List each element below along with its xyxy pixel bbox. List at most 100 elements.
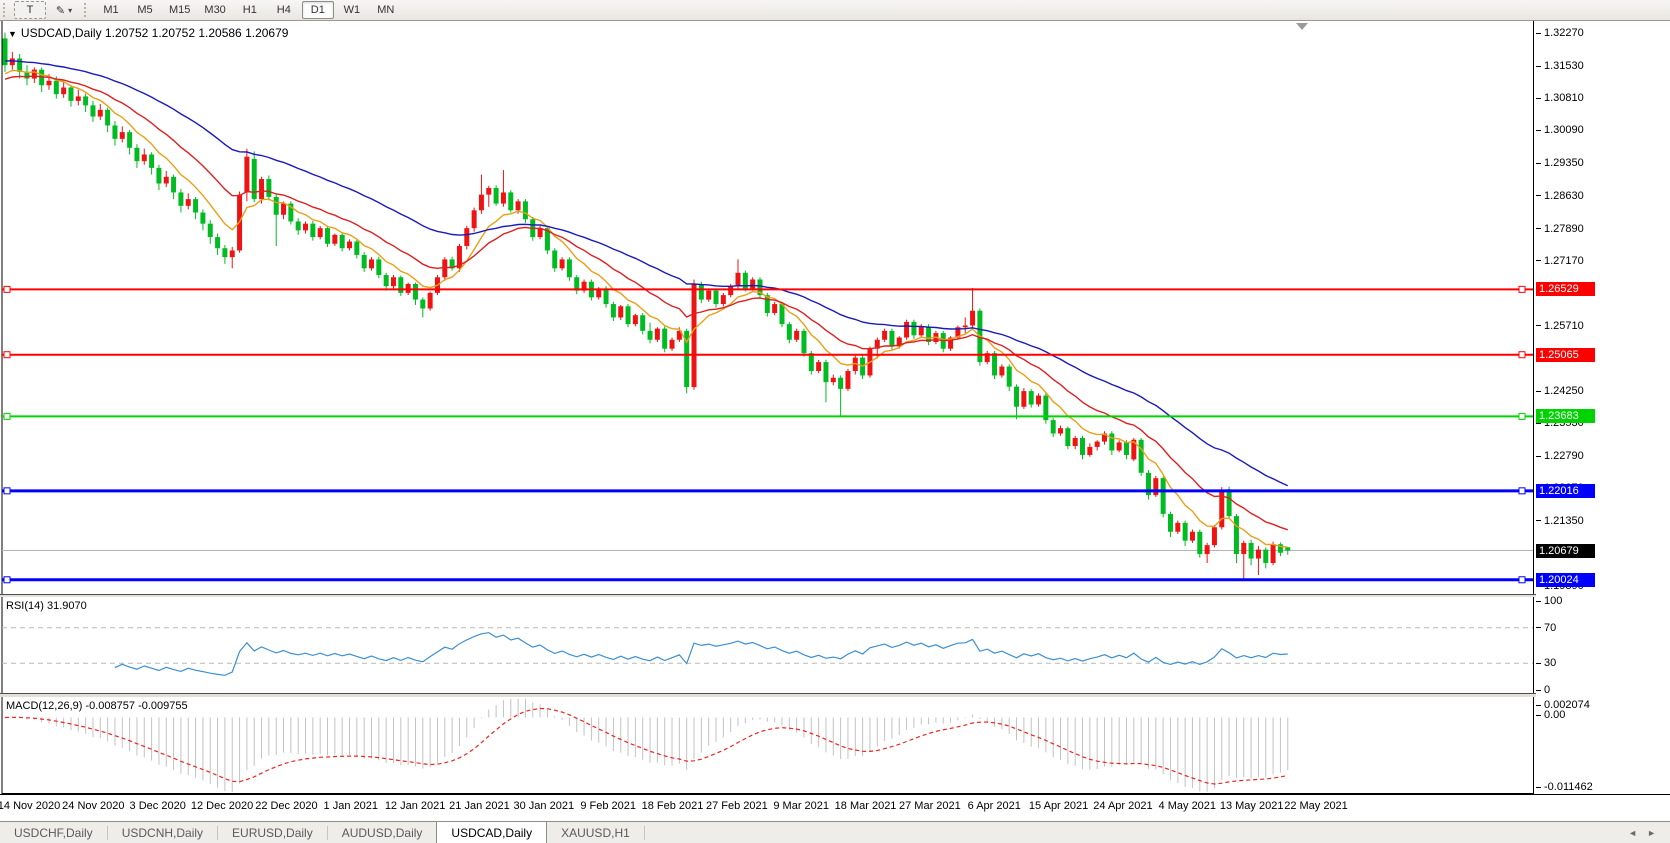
- candle-body: [882, 330, 888, 340]
- candle-body: [1036, 395, 1042, 405]
- date-label: 3 Dec 2020: [129, 800, 186, 812]
- chart-tab-xauusd[interactable]: XAUUSD,H1: [547, 822, 644, 843]
- candle-body: [46, 80, 52, 86]
- mt4-window: T ✎ ▾ M1 M5 M15 M30 H1 H4 D1 W1 MN ▼ USDCAD,Daily…: [0, 0, 1670, 843]
- candle-body: [1087, 446, 1093, 455]
- chart-shift-marker[interactable]: [1296, 23, 1308, 30]
- timeframe-button-m15[interactable]: M15: [163, 1, 196, 19]
- macd-indicator-canvas[interactable]: [0, 697, 1536, 794]
- rsi-tick-label: 70: [1544, 621, 1557, 634]
- rsi-tick-label: 100: [1544, 595, 1563, 607]
- candle-body: [508, 192, 514, 211]
- price-tick-label: 1.28630: [1544, 189, 1584, 202]
- chart-tab-usdcnh[interactable]: USDCNH,Daily: [108, 822, 217, 843]
- candle-body: [515, 201, 521, 211]
- tab-scroll-left-icon[interactable]: ◄: [1628, 828, 1637, 838]
- tab-scroll-right-icon[interactable]: ►: [1647, 828, 1656, 838]
- chart-tab-usdchf[interactable]: USDCHF,Daily: [0, 822, 107, 843]
- candle-body: [1072, 437, 1078, 447]
- price-tick: [1536, 98, 1541, 99]
- candle-body: [1058, 428, 1064, 434]
- candle-body: [1065, 428, 1071, 447]
- candle-body: [1204, 545, 1210, 555]
- price-tick-label: 1.32270: [1544, 27, 1584, 40]
- chart-tab-bar: USDCHF,Daily USDCNH,Daily EURUSD,Daily AUDU…: [0, 821, 1670, 843]
- chart-tab-audusd[interactable]: AUDUSD,Daily: [328, 822, 437, 843]
- candle-body: [178, 192, 184, 206]
- candle-body: [171, 176, 177, 193]
- candle-body: [273, 196, 279, 215]
- candle-body: [215, 237, 221, 249]
- ma-mid-red: [4, 75, 1288, 531]
- line-handle[interactable]: [3, 487, 11, 495]
- price-tick: [1536, 195, 1541, 196]
- candle-body: [1050, 420, 1056, 434]
- timeframe-button-m30[interactable]: M30: [198, 1, 231, 19]
- candle-body: [566, 259, 572, 278]
- candle-body: [838, 377, 844, 389]
- line-handle[interactable]: [3, 412, 11, 420]
- timeframe-button-m5[interactable]: M5: [129, 1, 161, 19]
- line-handle[interactable]: [3, 351, 11, 359]
- candle-body: [1006, 366, 1012, 387]
- price-axis[interactable]: 1.32270 1.31530 1.30810 1.30090 1.29350 1.286…: [1536, 21, 1670, 794]
- line-handle[interactable]: [1518, 412, 1526, 420]
- candle-body: [229, 250, 235, 258]
- candle-body: [222, 248, 228, 258]
- line-handle[interactable]: [1518, 351, 1526, 359]
- candle-body: [207, 223, 213, 238]
- price-tick: [1536, 228, 1541, 229]
- candle-body: [610, 304, 616, 318]
- line-handle[interactable]: [1518, 576, 1526, 584]
- candle-body: [1116, 442, 1122, 451]
- timeframe-button-d1[interactable]: D1: [301, 1, 334, 19]
- line-handle[interactable]: [3, 576, 11, 584]
- candle-body: [1285, 547, 1291, 551]
- date-label: 14 Nov 2020: [0, 800, 61, 812]
- candle-body: [68, 87, 74, 101]
- timeframe-button-m1[interactable]: M1: [95, 1, 127, 19]
- macd-signal-line: [4, 707, 1288, 785]
- line-price-tag: 1.22016: [1536, 483, 1595, 498]
- candle-body: [1123, 442, 1129, 455]
- candle-body: [75, 96, 81, 101]
- macd-label: MACD(12,26,9) -0.008757 -0.009755: [6, 700, 188, 712]
- line-handle[interactable]: [3, 285, 11, 293]
- chart-tab-eurusd[interactable]: EURUSD,Daily: [218, 822, 327, 843]
- timeframe-button-w1[interactable]: W1: [336, 1, 368, 19]
- line-handle[interactable]: [1518, 285, 1526, 293]
- text-tool-button[interactable]: T: [14, 1, 46, 19]
- candle-body: [698, 283, 704, 300]
- candle-body: [1241, 542, 1247, 555]
- timeframe-button-mn[interactable]: MN: [370, 1, 402, 19]
- candle-body: [398, 277, 404, 293]
- line-styles-button[interactable]: ✎ ▾: [48, 1, 80, 19]
- rsi-tick: [1536, 601, 1541, 602]
- candle-body: [720, 295, 726, 305]
- line-handle[interactable]: [1518, 487, 1526, 495]
- macd-tick-label: -0.011462: [1544, 781, 1593, 793]
- date-label: 30 Jan 2021: [513, 800, 575, 812]
- candle-body: [911, 321, 917, 336]
- rsi-tick: [1536, 663, 1541, 664]
- price-chart-canvas[interactable]: [0, 21, 1536, 594]
- timeframe-button-h1[interactable]: H1: [234, 1, 266, 19]
- toolbar-grip[interactable]: [3, 3, 10, 17]
- toolbar-grip[interactable]: [84, 3, 91, 17]
- candle-body: [325, 228, 331, 244]
- price-tick-label: 1.31530: [1544, 60, 1584, 73]
- price-tick: [1536, 33, 1541, 34]
- rsi-indicator-canvas[interactable]: [0, 597, 1536, 694]
- chart-tab-usdcad[interactable]: USDCAD,Daily: [436, 821, 548, 843]
- candle-body: [654, 328, 660, 340]
- candle-body: [376, 259, 382, 276]
- candle-body: [728, 286, 734, 296]
- collapse-triangle-icon[interactable]: ▼: [8, 29, 17, 39]
- candle-body: [281, 203, 287, 215]
- chart-title: ▼ USDCAD,Daily 1.20752 1.20752 1.20586 1.…: [8, 26, 288, 40]
- date-axis[interactable]: 14 Nov 2020 24 Nov 2020 3 Dec 2020 12 Dec 2…: [0, 795, 1670, 821]
- candle-body: [156, 167, 162, 184]
- candle-body: [295, 221, 301, 231]
- candle-body: [992, 353, 998, 376]
- timeframe-button-h4[interactable]: H4: [268, 1, 300, 19]
